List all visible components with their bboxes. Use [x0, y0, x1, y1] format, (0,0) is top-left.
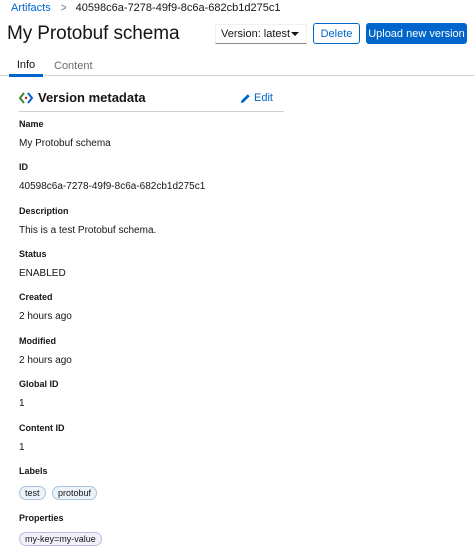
- card-title: Version metadata: [38, 90, 146, 105]
- field-value: This is a test Protobuf schema.: [19, 225, 157, 236]
- field-value: 1: [19, 442, 25, 453]
- breadcrumb-artifacts-link[interactable]: Artifacts: [11, 2, 51, 14]
- breadcrumb-current: 40598c6a-7278-49f9-8c6a-682cb1d275c1: [75, 2, 281, 14]
- upload-new-version-button[interactable]: Upload new version: [366, 23, 467, 44]
- tab-info[interactable]: Info: [9, 56, 43, 77]
- field-label: Global ID: [19, 379, 59, 389]
- field-id: ID 40598c6a-7278-49f9-8c6a-682cb1d275c1: [19, 162, 205, 192]
- page-title: My Protobuf schema: [7, 23, 180, 44]
- field-value: 1: [19, 398, 25, 409]
- tab-bar: Info Content: [0, 56, 474, 77]
- field-value: 2 hours ago: [19, 355, 72, 366]
- field-label: ID: [19, 162, 28, 172]
- field-value: ENABLED: [19, 268, 66, 279]
- property-chip: my-key=my-value: [19, 532, 102, 546]
- field-global-id: Global ID 1: [19, 379, 59, 409]
- version-select-label: Version: latest: [221, 28, 291, 40]
- field-label: Status: [19, 249, 47, 259]
- field-label: Name: [19, 119, 44, 129]
- code-icon: [19, 92, 33, 104]
- field-value: My Protobuf schema: [19, 138, 111, 149]
- field-description: Description This is a test Protobuf sche…: [19, 206, 156, 236]
- field-modified: Modified 2 hours ago: [19, 336, 72, 366]
- field-value: 40598c6a-7278-49f9-8c6a-682cb1d275c1: [19, 181, 206, 192]
- field-label: Modified: [19, 336, 56, 346]
- breadcrumb-separator-icon: >: [60, 1, 67, 15]
- field-label: Content ID: [19, 423, 65, 433]
- card-header: Version metadata Edit: [19, 90, 284, 112]
- field-label: Description: [19, 206, 69, 216]
- properties-chip-group: my-key=my-value: [19, 529, 104, 547]
- field-created: Created 2 hours ago: [19, 292, 72, 322]
- label-chip: protobuf: [51, 486, 97, 500]
- edit-label: Edit: [254, 92, 273, 104]
- field-value: 2 hours ago: [19, 311, 72, 322]
- label-chip: test: [19, 486, 46, 500]
- version-select[interactable]: Version: latest: [215, 24, 307, 44]
- tab-content[interactable]: Content: [54, 56, 93, 76]
- field-label: Labels: [19, 466, 48, 476]
- field-content-id: Content ID 1: [19, 423, 65, 453]
- labels-chip-group: test protobuf: [19, 483, 99, 501]
- pencil-icon: [240, 93, 250, 103]
- field-name: Name My Protobuf schema: [19, 119, 111, 149]
- caret-down-icon: [291, 32, 299, 36]
- delete-button[interactable]: Delete: [313, 23, 360, 44]
- edit-button[interactable]: Edit: [240, 92, 273, 104]
- field-label: Properties: [19, 513, 64, 523]
- field-properties: Properties: [19, 513, 64, 523]
- field-labels: Labels: [19, 466, 48, 476]
- field-label: Created: [19, 292, 53, 302]
- field-status: Status ENABLED: [19, 249, 66, 279]
- breadcrumb: Artifacts > 40598c6a-7278-49f9-8c6a-682c…: [11, 1, 280, 15]
